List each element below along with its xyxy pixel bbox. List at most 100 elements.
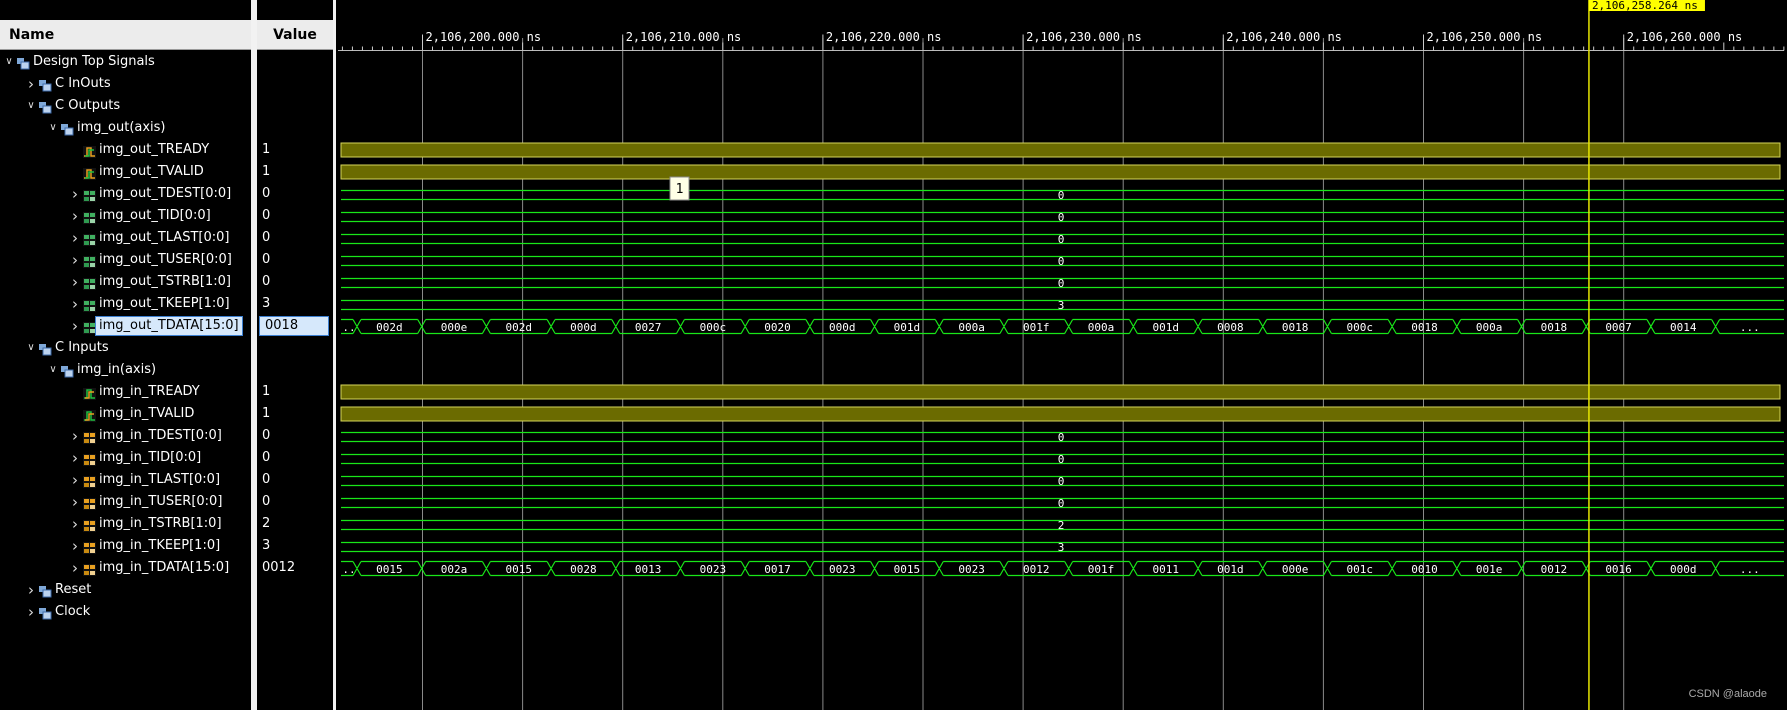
bus-value-label: 0	[1058, 211, 1065, 224]
tree-row-img-in-tlast[interactable]: › img_in_TLAST[0:0]	[0, 469, 251, 491]
tree-row-img-out-axis[interactable]: ∨ img_out(axis)	[0, 117, 251, 139]
bus-segment-value: 0027	[635, 321, 662, 334]
bus-waveform	[341, 318, 1784, 335]
signal-name: Clock	[55, 604, 91, 619]
high-level-waveform	[340, 142, 1781, 158]
signal-value[interactable]: 1	[257, 403, 333, 425]
bit-signal-in-icon	[83, 408, 96, 422]
tree-row-img-in-tdest[interactable]: › img_in_TDEST[0:0]	[0, 425, 251, 447]
chevron-down-icon[interactable]: ∨	[25, 337, 37, 359]
bus-signal-out-icon	[83, 210, 96, 224]
chevron-right-icon[interactable]: ›	[69, 535, 81, 557]
tree-row-clock[interactable]: › Clock	[0, 601, 251, 623]
signal-value[interactable]: 0	[257, 183, 333, 205]
signal-name: C InOuts	[55, 76, 111, 91]
tree-row-img-out-tstrb[interactable]: › img_out_TSTRB[1:0]	[0, 271, 251, 293]
bus-segment-value: 0028	[570, 563, 597, 576]
bus-value-label: 0	[1058, 277, 1065, 290]
signal-value[interactable]: 0018	[259, 316, 329, 336]
tree-row-img-in-tdata[interactable]: › img_in_TDATA[15:0]	[0, 557, 251, 579]
bus-segment-value: 000c	[1347, 321, 1374, 334]
tree-row-design-top-signals[interactable]: ∨ Design Top Signals	[0, 51, 251, 73]
tree-row-img-in-tstrb[interactable]: › img_in_TSTRB[1:0]	[0, 513, 251, 535]
signal-value[interactable]: 0	[257, 469, 333, 491]
chevron-down-icon[interactable]: ∨	[25, 95, 37, 117]
chevron-right-icon[interactable]: ›	[69, 293, 81, 315]
signal-value[interactable]: 0	[257, 491, 333, 513]
bus-segment-value: 002d	[505, 321, 532, 334]
signal-value[interactable]: 3	[257, 535, 333, 557]
waveform-pane[interactable]: 2,106,200.000 ns 2,106,210.000 ns 2,106,22…	[336, 0, 1787, 710]
chevron-right-icon[interactable]: ›	[69, 425, 81, 447]
chevron-down-icon[interactable]: ∨	[3, 51, 15, 73]
chevron-right-icon[interactable]: ›	[25, 601, 37, 623]
signal-value[interactable]: 0	[257, 249, 333, 271]
signal-value[interactable]: 3	[257, 293, 333, 315]
chevron-right-icon[interactable]: ›	[69, 447, 81, 469]
chevron-right-icon[interactable]: ›	[69, 557, 81, 579]
tree-row-img-in-tid[interactable]: › img_in_TID[0:0]	[0, 447, 251, 469]
signal-name: img_in(axis)	[77, 362, 157, 377]
tree-row-reset[interactable]: › Reset	[0, 579, 251, 601]
chevron-down-icon[interactable]: ∨	[47, 359, 59, 381]
signal-value[interactable]: 0012	[257, 557, 333, 579]
chevron-right-icon[interactable]: ›	[69, 491, 81, 513]
chevron-right-icon[interactable]: ›	[69, 271, 81, 293]
chevron-right-icon[interactable]: ›	[25, 579, 37, 601]
chevron-right-icon[interactable]: ›	[69, 249, 81, 271]
high-level-waveform	[340, 406, 1781, 422]
bus-segment-value: 0010	[1411, 563, 1438, 576]
value-column-header[interactable]: Value	[257, 20, 333, 50]
chevron-right-icon[interactable]: ›	[25, 73, 37, 95]
tree-row-img-out-tkeep[interactable]: › img_out_TKEEP[1:0]	[0, 293, 251, 315]
cursor-time-label: 2,106,258.264 ns	[1592, 0, 1698, 12]
tree-row-img-out-tdata[interactable]: › img_out_TDATA[15:0]	[0, 315, 251, 337]
chevron-right-icon[interactable]: ›	[69, 183, 81, 205]
tree-row-c-outputs[interactable]: ∨ C Outputs	[0, 95, 251, 117]
time-label: 2,106,230.000 ns	[1026, 30, 1142, 44]
time-cursor[interactable]: 2,106,258.264 ns	[1588, 0, 1705, 710]
signal-name: img_out_TKEEP[1:0]	[99, 296, 230, 311]
signal-value[interactable]: 0	[257, 205, 333, 227]
chevron-right-icon[interactable]: ›	[69, 315, 81, 337]
tree-row-img-in-tuser[interactable]: › img_in_TUSER[0:0]	[0, 491, 251, 513]
value-pane: Value 1 1 0 0 0 0 0 3 0018 1 1 0 0 0 0 2 3 0012	[257, 0, 333, 710]
signal-value[interactable]: 1	[257, 161, 333, 183]
signal-value[interactable]: 0	[257, 425, 333, 447]
name-column-header[interactable]: Name	[0, 20, 251, 50]
bus-segment-value: 000d	[829, 321, 856, 334]
tree-row-img-out-tid[interactable]: › img_out_TID[0:0]	[0, 205, 251, 227]
signal-value[interactable]: 2	[257, 513, 333, 535]
chevron-right-icon[interactable]: ›	[69, 227, 81, 249]
bus-segment-value: 0015	[376, 563, 403, 576]
tree-row-c-inouts[interactable]: › C InOuts	[0, 73, 251, 95]
bus-value-label: 0	[1058, 233, 1065, 246]
tree-row-img-out-tlast[interactable]: › img_out_TLAST[0:0]	[0, 227, 251, 249]
chevron-right-icon[interactable]: ›	[69, 513, 81, 535]
signal-value[interactable]: 1	[257, 139, 333, 161]
tree-row-img-in-tready[interactable]: img_in_TREADY	[0, 381, 251, 403]
chevron-down-icon[interactable]: ∨	[47, 117, 59, 139]
tree-row-img-in-tvalid[interactable]: img_in_TVALID	[0, 403, 251, 425]
bus-segment-value: 001d	[1217, 563, 1244, 576]
tree-row-img-in-tkeep[interactable]: › img_in_TKEEP[1:0]	[0, 535, 251, 557]
bus-segment-value: 000d	[1670, 563, 1697, 576]
signal-value[interactable]: 0	[257, 271, 333, 293]
bus-segment-value: 000a	[1476, 321, 1503, 334]
signal-value[interactable]: 0	[257, 447, 333, 469]
tree-row-img-out-tdest[interactable]: › img_out_TDEST[0:0]	[0, 183, 251, 205]
bus-segment-value: 0008	[1217, 321, 1244, 334]
chevron-right-icon[interactable]: ›	[69, 469, 81, 491]
tree-row-img-out-tuser[interactable]: › img_out_TUSER[0:0]	[0, 249, 251, 271]
signal-name: C Inputs	[55, 340, 109, 355]
tree-row-img-out-tready[interactable]: img_out_TREADY	[0, 139, 251, 161]
bus-waveform	[341, 560, 1784, 577]
bus-signal-out-icon	[83, 298, 96, 312]
signal-value[interactable]: 1	[257, 381, 333, 403]
signal-value[interactable]: 0	[257, 227, 333, 249]
tree-row-c-inputs[interactable]: ∨ C Inputs	[0, 337, 251, 359]
chevron-right-icon[interactable]: ›	[69, 205, 81, 227]
tree-row-img-in-axis[interactable]: ∨ img_in(axis)	[0, 359, 251, 381]
bus-segment-value: 001f	[1088, 563, 1115, 576]
tree-row-img-out-tvalid[interactable]: img_out_TVALID	[0, 161, 251, 183]
